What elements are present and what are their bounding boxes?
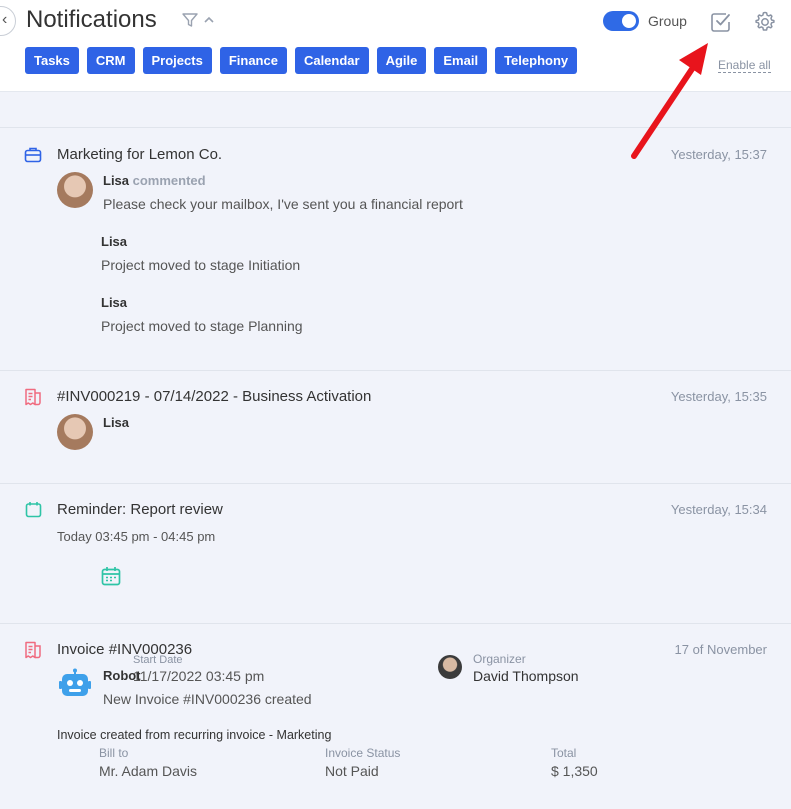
avatar [57, 414, 93, 450]
invoice-status-label: Invoice Status [325, 746, 401, 760]
notification-list: Marketing for Lemon Co. Yesterday, 15:37… [0, 92, 791, 809]
group-label: Group [648, 13, 687, 29]
filter-icon[interactable] [182, 12, 198, 28]
tab-email[interactable]: Email [434, 47, 488, 74]
category-tabs: Tasks CRM Projects Finance Calendar Agil… [25, 47, 578, 74]
robot-icon [59, 668, 91, 696]
notification-title[interactable]: Invoice #INV000236 [57, 641, 192, 658]
total-label: Total [551, 746, 577, 760]
author-name: Robot [103, 668, 141, 683]
invoice-note: Invoice created from recurring invoice -… [57, 728, 332, 742]
event-author: Lisa [101, 234, 128, 249]
notification-time: Yesterday, 15:34 [670, 502, 767, 517]
notification-item[interactable]: Invoice #INV000236 17 of November Robot … [0, 624, 791, 809]
notification-title[interactable]: Marketing for Lemon Co. [57, 146, 222, 163]
notification-time: 17 of November [674, 642, 768, 657]
chevron-left-icon: ‹ [2, 11, 8, 28]
toggle-knob [622, 14, 636, 28]
calendar-icon [101, 567, 121, 586]
comment-text: Please check your mailbox, I've sent you… [103, 196, 463, 212]
bill-to-label: Bill to [99, 746, 129, 760]
invoice-status-value: Not Paid [325, 763, 379, 779]
tab-calendar[interactable]: Calendar [294, 47, 369, 74]
page-title: Notifications [26, 6, 157, 33]
enable-all-link[interactable]: Enable all [718, 58, 771, 73]
event-author: Lisa [101, 295, 128, 310]
author-name: Lisa [103, 415, 130, 430]
notification-item[interactable]: #INV000219 - 07/14/2022 - Business Activ… [0, 371, 791, 483]
notification-item[interactable]: Reminder: Report review Yesterday, 15:34… [0, 484, 791, 684]
event-time-range: Today 03:45 pm - 04:45 pm [57, 529, 216, 544]
invoice-icon [25, 388, 41, 406]
tab-crm[interactable]: CRM [86, 47, 135, 74]
avatar [57, 172, 93, 208]
tab-projects[interactable]: Projects [142, 47, 212, 74]
briefcase-icon [24, 147, 42, 163]
notification-time: Yesterday, 15:37 [670, 147, 767, 162]
tab-tasks[interactable]: Tasks [25, 47, 79, 74]
notification-title[interactable]: #INV000219 - 07/14/2022 - Business Activ… [57, 388, 371, 405]
header: ‹ Notifications Group Tasks CRM Projects… [0, 0, 791, 92]
close-button[interactable]: ‹ [0, 6, 16, 36]
gear-icon[interactable] [753, 10, 777, 34]
comment-verb: commented [132, 173, 206, 188]
notification-time: Yesterday, 15:35 [670, 389, 767, 404]
tab-finance[interactable]: Finance [219, 47, 287, 74]
notification-text: New Invoice #INV000236 created [103, 691, 312, 707]
notification-title[interactable]: Reminder: Report review [57, 501, 223, 518]
bill-to-value: Mr. Adam Davis [99, 763, 198, 779]
total-value: $ 1,350 [551, 763, 598, 779]
calendar-icon [25, 502, 42, 518]
event-text: Project moved to stage Initiation [101, 257, 301, 273]
mark-all-read-icon[interactable] [710, 11, 732, 33]
tab-agile[interactable]: Agile [376, 47, 427, 74]
tab-telephony[interactable]: Telephony [495, 47, 578, 74]
notification-item[interactable]: Marketing for Lemon Co. Yesterday, 15:37… [0, 128, 791, 370]
event-text: Project moved to stage Planning [101, 318, 303, 334]
chevron-up-icon[interactable] [204, 16, 214, 24]
author-name: Lisa [103, 173, 130, 188]
comment-author: Lisa commented [103, 173, 206, 188]
invoice-icon [25, 641, 41, 659]
group-toggle[interactable] [603, 11, 639, 31]
